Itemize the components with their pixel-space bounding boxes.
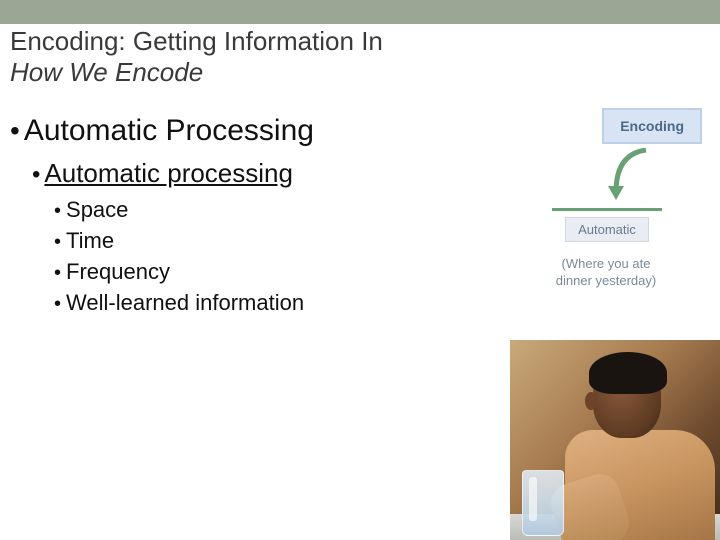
arrow-down-icon (502, 150, 702, 206)
bullet-icon: • (54, 262, 61, 285)
diagram-column: Encoding Automatic (Where you ate dinner… (502, 108, 702, 296)
encoding-box: Encoding (602, 108, 702, 144)
caption-line: dinner yesterday) (556, 273, 656, 288)
bullet-icon: • (32, 161, 40, 189)
bullet-text: Well-learned information (66, 290, 304, 316)
header-bar (0, 0, 720, 24)
bullet-text: Automatic processing (44, 158, 293, 189)
photo-person (565, 358, 695, 528)
bullet-icon: • (54, 293, 61, 316)
dinner-photo (510, 340, 720, 540)
bullet-text: Space (66, 197, 128, 223)
title-line-1: Encoding: Getting Information In (10, 26, 710, 57)
bullet-icon: • (10, 115, 20, 147)
photo-glass (522, 470, 564, 536)
bullet-text: Frequency (66, 259, 170, 285)
slide-title: Encoding: Getting Information In How We … (0, 24, 720, 96)
bullet-icon: • (54, 231, 61, 254)
bullet-text: Automatic Processing (24, 114, 314, 148)
diagram-caption: (Where you ate dinner yesterday) (556, 256, 656, 290)
caption-line: (Where you ate (562, 256, 651, 271)
bullet-icon: • (54, 200, 61, 223)
bullet-text: Time (66, 228, 114, 254)
divider-line (552, 208, 662, 211)
title-line-2: How We Encode (10, 57, 710, 88)
automatic-box: Automatic (565, 217, 649, 242)
